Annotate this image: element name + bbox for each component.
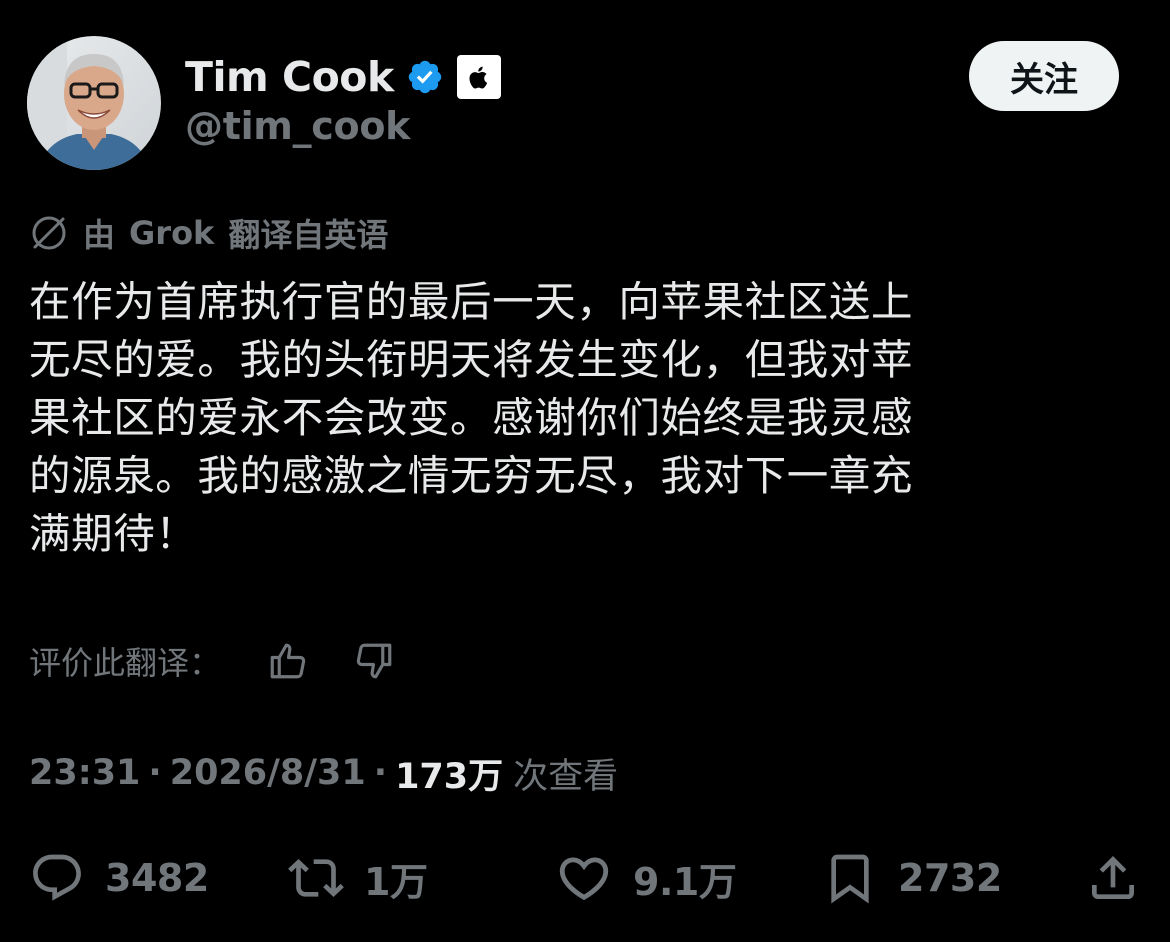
display-name-row: Tim Cook xyxy=(185,49,502,105)
bookmark-count: 2732 xyxy=(898,856,1002,900)
rate-translation-label: 评价此翻译： xyxy=(29,644,222,682)
thumbs-down-icon[interactable] xyxy=(353,640,395,682)
share-icon xyxy=(1092,856,1134,899)
avatar[interactable] xyxy=(27,36,161,170)
like-count: 9.1万 xyxy=(633,859,737,904)
repost-button[interactable]: 1万 xyxy=(288,850,428,906)
follow-button[interactable]: 关注 xyxy=(969,41,1119,111)
avatar-photo xyxy=(27,36,161,170)
verified-badge-icon[interactable] xyxy=(406,58,444,96)
rate-translation-row: 评价此翻译： xyxy=(29,637,395,685)
repost-icon xyxy=(288,859,344,897)
share-button[interactable] xyxy=(1085,850,1141,906)
translation-note-suffix: 翻译自英语 xyxy=(228,216,389,254)
bookmark-icon xyxy=(831,854,869,904)
tweet-meta: 23:31 · 2026/8/31 · 173万 次查看 xyxy=(29,748,618,798)
translation-note: 由 Grok 翻译自英语 xyxy=(29,209,388,257)
translation-note-brand: Grok xyxy=(129,214,215,252)
apple-logo-icon[interactable] xyxy=(456,54,502,100)
translation-note-prefix: 由 xyxy=(83,216,116,254)
meta-separator: · xyxy=(148,753,162,793)
like-button[interactable]: 9.1万 xyxy=(555,850,737,906)
views-count[interactable]: 173万 xyxy=(395,748,503,799)
meta-separator: · xyxy=(373,753,388,793)
thumbs-up-icon[interactable] xyxy=(267,640,309,682)
reply-count: 3482 xyxy=(105,856,209,900)
display-name[interactable]: Tim Cook xyxy=(185,56,394,98)
repost-count: 1万 xyxy=(364,859,428,904)
tweet-text: 在作为首席执行官的最后一天，向苹果社区送上 无尽的爱。我的头衔明天将发生变化，但… xyxy=(29,277,914,558)
views-label: 次查看 xyxy=(513,756,619,797)
heart-icon xyxy=(559,857,609,901)
tweet-time[interactable]: 23:31 xyxy=(29,753,140,793)
translate-slash-icon xyxy=(32,216,66,250)
reply-button[interactable]: 3482 xyxy=(29,850,209,906)
bookmark-button[interactable]: 2732 xyxy=(822,850,1002,906)
tweet-date[interactable]: 2026/8/31 xyxy=(170,753,366,793)
reply-icon xyxy=(33,854,81,901)
author-handle[interactable]: @tim_cook xyxy=(185,105,410,148)
